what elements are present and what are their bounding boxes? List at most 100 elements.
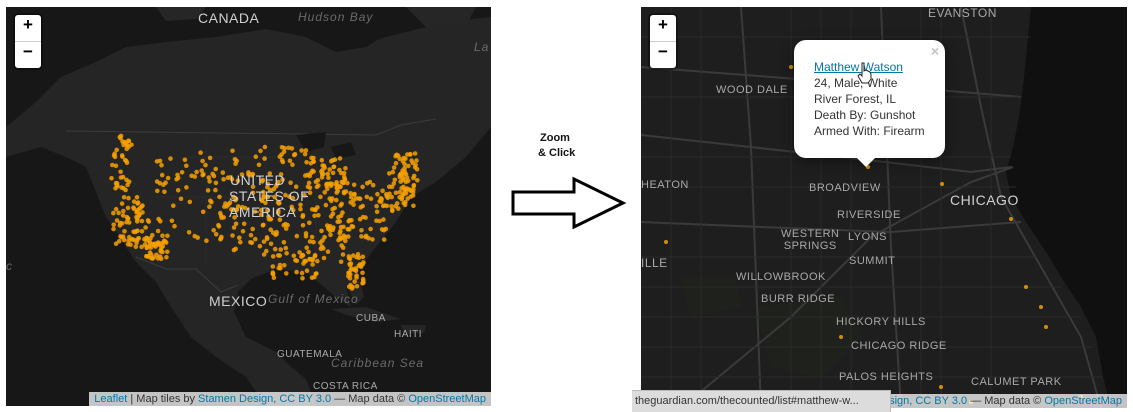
incident-marker[interactable] (404, 186, 410, 191)
incident-marker[interactable] (155, 228, 161, 234)
incident-marker[interactable] (368, 226, 373, 232)
incident-marker[interactable] (375, 191, 380, 197)
incident-marker[interactable] (186, 230, 192, 235)
incident-marker[interactable] (300, 223, 306, 228)
incident-marker[interactable] (313, 207, 318, 213)
incident-marker[interactable] (261, 222, 266, 228)
incident-marker[interactable] (213, 166, 218, 172)
incident-marker[interactable] (940, 182, 944, 186)
incident-marker[interactable] (248, 232, 254, 238)
incident-marker[interactable] (329, 196, 335, 201)
incident-marker[interactable] (118, 135, 123, 141)
incident-marker[interactable] (364, 180, 370, 186)
incident-marker[interactable] (146, 219, 152, 224)
incident-marker[interactable] (126, 195, 131, 201)
incident-marker[interactable] (213, 187, 218, 193)
incident-marker[interactable] (154, 159, 160, 164)
incident-marker[interactable] (360, 280, 366, 286)
incident-marker[interactable] (414, 167, 420, 172)
incident-marker[interactable] (220, 170, 226, 175)
incident-marker[interactable] (381, 237, 387, 242)
incident-marker[interactable] (1039, 305, 1043, 309)
incident-marker[interactable] (294, 233, 300, 239)
incident-marker[interactable] (203, 162, 208, 168)
incident-marker[interactable] (330, 170, 336, 176)
zoom-out-button[interactable]: − (650, 41, 676, 68)
incident-marker[interactable] (113, 206, 119, 212)
incident-marker[interactable] (249, 240, 255, 246)
incident-marker[interactable] (390, 169, 396, 175)
incident-marker[interactable] (343, 166, 348, 171)
incident-marker[interactable] (113, 241, 119, 246)
incident-marker[interactable] (346, 234, 351, 239)
incident-marker[interactable] (343, 238, 348, 244)
incident-marker[interactable] (210, 171, 215, 177)
incident-marker[interactable] (161, 238, 167, 243)
incident-marker[interactable] (332, 205, 338, 211)
incident-marker[interactable] (280, 159, 286, 165)
incident-marker[interactable] (187, 199, 193, 205)
incident-marker[interactable] (230, 148, 235, 154)
incident-marker[interactable] (270, 254, 276, 259)
incident-marker[interactable] (206, 175, 212, 180)
incident-marker[interactable] (165, 233, 170, 239)
incident-marker[interactable] (286, 145, 291, 151)
incident-marker[interactable] (171, 203, 176, 208)
incident-marker[interactable] (400, 158, 406, 164)
incident-marker[interactable] (397, 194, 402, 200)
incident-marker[interactable] (342, 177, 348, 182)
incident-marker[interactable] (207, 204, 212, 209)
incident-marker[interactable] (253, 154, 259, 159)
incident-marker[interactable] (304, 160, 309, 165)
incident-marker[interactable] (154, 179, 160, 184)
incident-marker[interactable] (124, 158, 129, 164)
incident-marker[interactable] (347, 218, 352, 223)
incident-marker[interactable] (411, 183, 417, 188)
incident-marker[interactable] (262, 144, 268, 150)
incident-marker[interactable] (111, 226, 116, 232)
incident-marker[interactable] (283, 245, 289, 251)
incident-marker[interactable] (143, 225, 148, 230)
incident-marker[interactable] (350, 253, 356, 258)
incident-marker[interactable] (122, 229, 127, 234)
incident-marker[interactable] (340, 252, 346, 257)
incident-marker[interactable] (318, 194, 323, 200)
incident-marker[interactable] (334, 182, 339, 188)
incident-marker[interactable] (337, 219, 343, 224)
incident-marker[interactable] (411, 175, 416, 181)
incident-marker[interactable] (128, 242, 133, 247)
incident-marker[interactable] (204, 238, 209, 243)
incident-marker[interactable] (389, 204, 394, 209)
incident-marker[interactable] (182, 157, 188, 163)
incident-marker[interactable] (216, 222, 221, 228)
incident-marker[interactable] (351, 182, 357, 188)
incident-marker[interactable] (268, 241, 274, 247)
incident-marker[interactable] (359, 234, 364, 239)
incident-marker[interactable] (118, 169, 123, 175)
incident-marker[interactable] (262, 156, 267, 161)
incident-marker[interactable] (310, 257, 315, 263)
incident-marker[interactable] (348, 191, 353, 196)
incident-marker[interactable] (340, 210, 345, 215)
incident-marker[interactable] (113, 180, 119, 186)
incident-marker[interactable] (139, 229, 145, 234)
incident-marker[interactable] (240, 229, 246, 234)
incident-marker[interactable] (359, 228, 364, 233)
incident-marker[interactable] (351, 202, 356, 207)
incident-marker[interactable] (381, 217, 386, 222)
incident-marker[interactable] (127, 234, 132, 240)
incident-marker[interactable] (839, 335, 843, 339)
incident-marker[interactable] (356, 255, 362, 261)
incident-marker[interactable] (164, 255, 169, 260)
incident-marker[interactable] (119, 221, 125, 226)
incident-marker[interactable] (325, 249, 331, 254)
incident-marker[interactable] (126, 220, 132, 225)
incident-marker[interactable] (303, 231, 309, 236)
incident-marker[interactable] (136, 236, 141, 241)
incident-marker[interactable] (387, 184, 392, 189)
incident-marker[interactable] (120, 154, 125, 159)
incident-marker[interactable] (119, 234, 124, 240)
incident-marker[interactable] (307, 220, 312, 226)
incident-marker[interactable] (402, 169, 408, 174)
incident-marker[interactable] (217, 194, 222, 200)
